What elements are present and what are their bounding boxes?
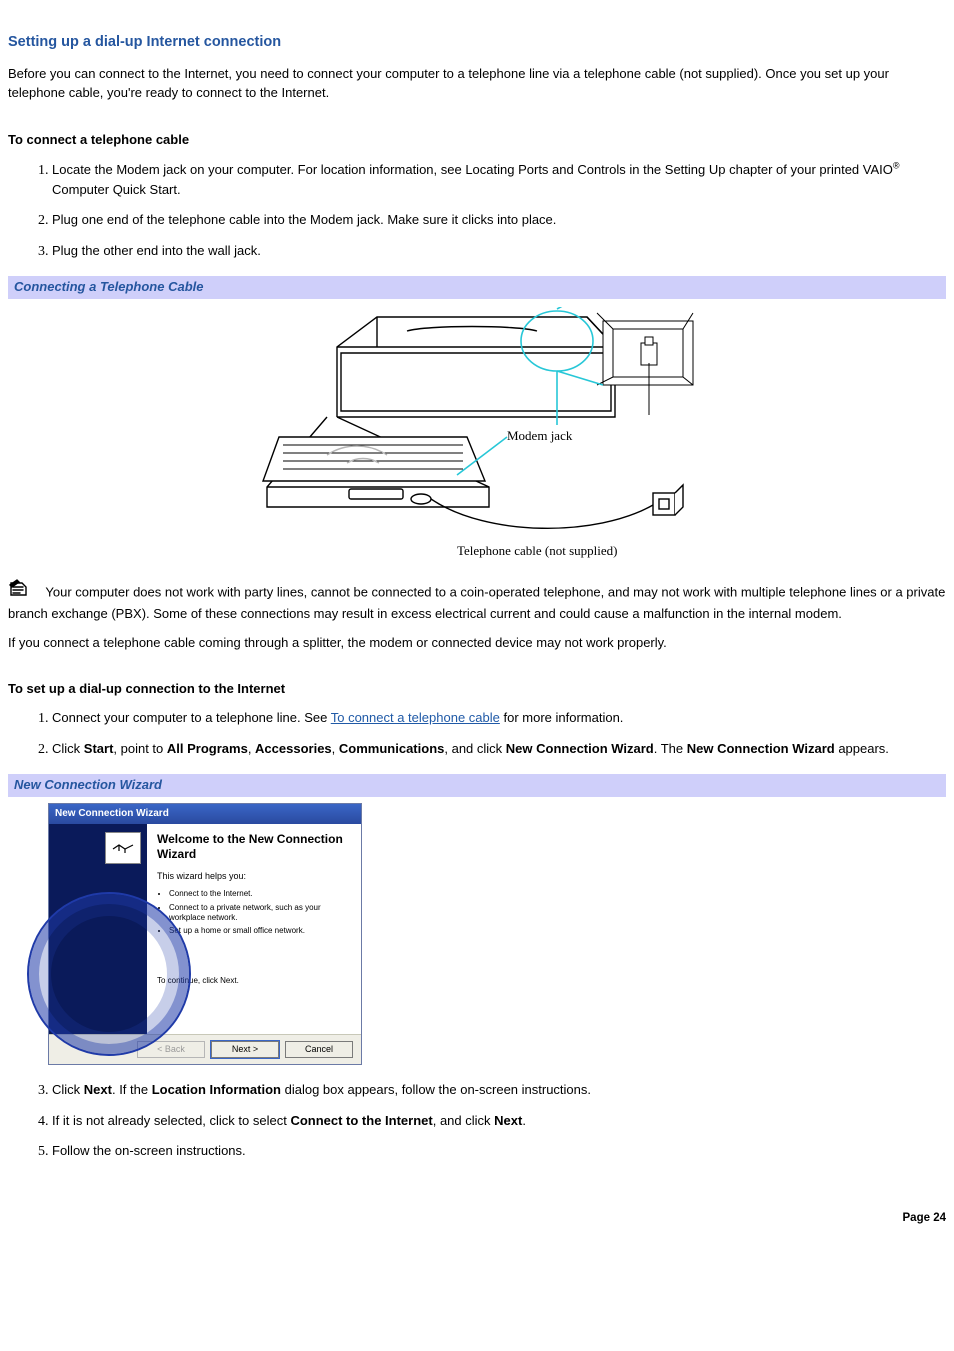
step-a-1-text: Locate the Modem jack on your computer. … [52, 162, 893, 177]
t: , [248, 741, 255, 756]
steps-b-part2: Click Next. If the Location Information … [8, 1081, 946, 1162]
step-a-3: Plug the other end into the wall jack. [52, 242, 946, 262]
t: Accessories [255, 741, 332, 756]
step-a-2-text: Plug one end of the telephone cable into… [52, 212, 556, 227]
t: Next [494, 1113, 522, 1128]
t: , [332, 741, 339, 756]
step-b1-pre: Connect your computer to a telephone lin… [52, 710, 331, 725]
t: New Connection Wizard [506, 741, 654, 756]
step-b-1: Connect your computer to a telephone lin… [52, 709, 946, 729]
t: . If the [112, 1082, 152, 1097]
step-a-2: Plug one end of the telephone cable into… [52, 211, 946, 231]
page-title: Setting up a dial-up Internet connection [8, 32, 946, 53]
page-number: Page 24 [8, 1210, 946, 1227]
t: Connect to the Internet [290, 1113, 432, 1128]
wizard-cancel-button[interactable]: Cancel [285, 1041, 353, 1058]
t: Location Information [152, 1082, 281, 1097]
wizard-bullet-3: Set up a home or small office network. [169, 926, 351, 936]
t: . The [654, 741, 687, 756]
wizard-bullets: Connect to the Internet. Connect to a pr… [157, 889, 351, 937]
steps-a: Locate the Modem jack on your computer. … [8, 160, 946, 263]
steps-b-part1: Connect your computer to a telephone lin… [8, 709, 946, 760]
wizard-bullet-2: Connect to a private network, such as yo… [169, 903, 351, 924]
illustration-banner-1: Connecting a Telephone Cable [8, 276, 946, 299]
link-to-connect-cable[interactable]: To connect a telephone cable [331, 710, 500, 725]
step-a-3-text: Plug the other end into the wall jack. [52, 243, 261, 258]
step-b-2: Click Start, point to All Programs, Acce… [52, 740, 946, 760]
wizard-next-button[interactable]: Next > [211, 1041, 279, 1058]
step-b-3: Click Next. If the Location Information … [52, 1081, 946, 1101]
illustration-banner-2: New Connection Wizard [8, 774, 946, 797]
intro-text: Before you can connect to the Internet, … [8, 65, 946, 103]
registered-mark: ® [893, 161, 900, 171]
illustration-telephone-cable: Modem jack Telephone cable (not supplied… [8, 299, 946, 571]
t: appears. [835, 741, 889, 756]
step-b-5: Follow the on-screen instructions. [52, 1142, 946, 1162]
cable-caption: Telephone cable (not supplied) [457, 543, 617, 558]
step-b5-text: Follow the on-screen instructions. [52, 1143, 246, 1158]
note-2: If you connect a telephone cable coming … [8, 634, 946, 653]
wizard-bullet-1: Connect to the Internet. [169, 889, 351, 899]
section-a-heading: To connect a telephone cable [8, 131, 946, 150]
section-b-heading: To set up a dial-up connection to the In… [8, 680, 946, 699]
t: New Connection Wizard [687, 741, 835, 756]
t: , and click [444, 741, 505, 756]
step-a-1: Locate the Modem jack on your computer. … [52, 160, 946, 202]
wizard-screenshot: New Connection Wizard Welcome to the New… [8, 797, 946, 1072]
t: Communications [339, 741, 444, 756]
wizard-welcome: Welcome to the New Connection Wizard [157, 832, 351, 862]
step-a-1-text2: Computer Quick Start. [52, 182, 181, 197]
t: Click [52, 1082, 84, 1097]
step-b-4: If it is not already selected, click to … [52, 1112, 946, 1132]
t: , point to [113, 741, 166, 756]
handshake-icon [105, 832, 141, 864]
t: . [522, 1113, 526, 1128]
t: All Programs [167, 741, 248, 756]
note-1-text: Your computer does not work with party l… [8, 584, 945, 620]
globe-icon [27, 892, 191, 1056]
t: If it is not already selected, click to … [52, 1113, 290, 1128]
wizard-title-bar: New Connection Wizard [49, 804, 361, 825]
modem-jack-label: Modem jack [507, 428, 573, 443]
t: Click [52, 741, 84, 756]
t: Start [84, 741, 114, 756]
t: , and click [433, 1113, 494, 1128]
step-b1-post: for more information. [500, 710, 624, 725]
t: dialog box appears, follow the on-screen… [281, 1082, 591, 1097]
wizard-sidebar [49, 824, 147, 1034]
wizard-helps: This wizard helps you: [157, 870, 351, 883]
t: Next [84, 1082, 112, 1097]
note-1: Your computer does not work with party l… [8, 581, 946, 624]
note-icon [8, 579, 30, 603]
